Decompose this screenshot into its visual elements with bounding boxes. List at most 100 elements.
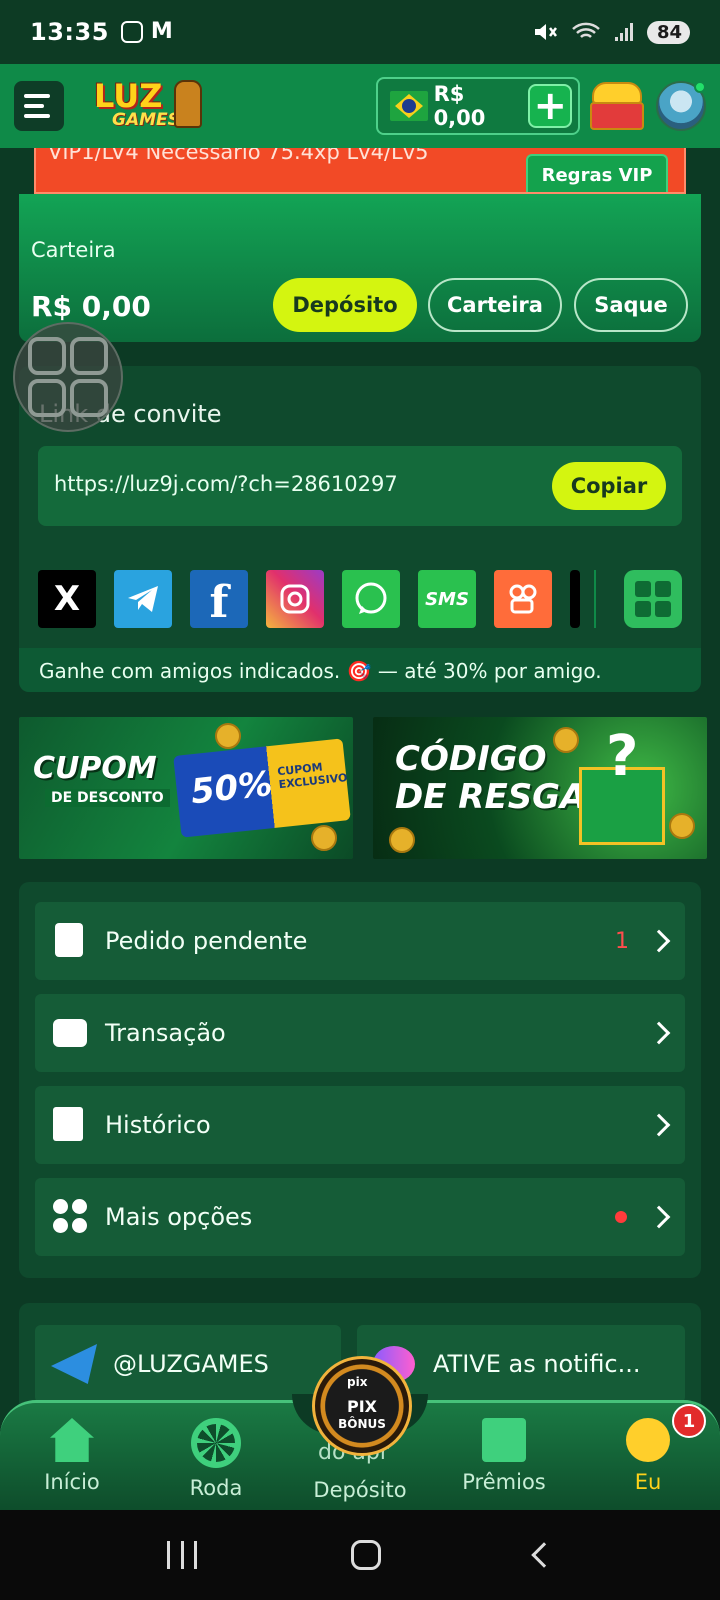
coupon-percent: 50% bbox=[188, 764, 275, 813]
redeem-code-banner[interactable]: CÓDIGO DE RESGATE bbox=[373, 717, 707, 859]
wallet-card: Carteira R$ 0,00 Depósito Carteira Saque bbox=[19, 194, 701, 342]
wallet-button[interactable]: Carteira bbox=[428, 278, 562, 332]
clipboard-icon bbox=[53, 923, 89, 959]
wheel-icon bbox=[191, 1418, 241, 1468]
menu-item-label: Histórico bbox=[105, 1111, 211, 1139]
coupon-ticket: 50% CUPOM EXCLUSIVO bbox=[173, 738, 351, 838]
pix-bonus-button[interactable]: pix PIX BÔNUS bbox=[312, 1356, 412, 1456]
coin-icon bbox=[389, 827, 415, 853]
menu-item-label: Transação bbox=[105, 1019, 226, 1047]
luz-games-logo[interactable]: LUZ GAMES bbox=[94, 78, 204, 134]
recent-apps-icon[interactable] bbox=[167, 1541, 197, 1569]
nav-wheel[interactable]: Roda bbox=[156, 1418, 276, 1500]
notification-dot bbox=[615, 1211, 627, 1223]
coupon-title: CUPOM bbox=[33, 751, 157, 786]
floating-apps-button[interactable] bbox=[13, 322, 123, 432]
nav-label: Depósito bbox=[313, 1478, 407, 1502]
nav-label: Prêmios bbox=[462, 1470, 546, 1494]
whatsapp-share-icon[interactable] bbox=[342, 570, 400, 628]
vip-progress-text: VIP1/LV4 Necessário 75.4xp Lv4/Lv5 bbox=[48, 148, 429, 164]
home-button-icon[interactable] bbox=[351, 1540, 381, 1570]
nav-label: Roda bbox=[189, 1476, 243, 1500]
bonus-text: BÔNUS bbox=[338, 1417, 386, 1431]
instagram-icon bbox=[120, 21, 143, 43]
chevron-right-icon bbox=[647, 1113, 671, 1137]
signal-icon bbox=[614, 23, 633, 41]
scroll-peek-icon[interactable] bbox=[570, 570, 580, 628]
wallet-label: Carteira bbox=[31, 238, 116, 262]
logo-games-text: GAMES bbox=[112, 110, 180, 130]
system-navigation-bar bbox=[0, 1510, 720, 1600]
treasure-chest-icon[interactable] bbox=[588, 78, 646, 134]
telegram-handle: @LUZGAMES bbox=[113, 1350, 269, 1378]
vip-progress-banner: VIP1/LV4 Necessário 75.4xp Lv4/Lv5 Regra… bbox=[34, 148, 686, 194]
nav-label: Início bbox=[44, 1470, 100, 1494]
coin-icon bbox=[553, 727, 579, 753]
nav-home[interactable]: Início bbox=[12, 1418, 132, 1494]
account-menu: Pedido pendente 1 Transação Histórico Ma… bbox=[19, 882, 701, 1278]
coupon-tag: CUPOM EXCLUSIVO bbox=[276, 760, 348, 792]
more-apps-icon[interactable] bbox=[624, 570, 682, 628]
coupon-subtitle: DE DESCONTO bbox=[45, 789, 170, 807]
online-indicator bbox=[694, 81, 706, 93]
x-share-icon[interactable]: X bbox=[38, 570, 96, 628]
share-buttons: X f SMS bbox=[38, 570, 682, 628]
invite-card: Link de convite https://luz9j.com/?ch=28… bbox=[19, 366, 701, 692]
gmail-icon: M bbox=[150, 19, 173, 44]
discount-coupon-banner[interactable]: CUPOM DE DESCONTO 50% CUPOM EXCLUSIVO bbox=[19, 717, 353, 859]
home-icon bbox=[50, 1418, 94, 1462]
menu-item-pending-order[interactable]: Pedido pendente 1 bbox=[35, 902, 685, 980]
invite-link: https://luz9j.com/?ch=28610297 bbox=[54, 472, 398, 496]
withdraw-button[interactable]: Saque bbox=[574, 278, 688, 332]
mute-icon bbox=[534, 24, 557, 40]
menu-item-transaction[interactable]: Transação bbox=[35, 994, 685, 1072]
chevron-right-icon bbox=[647, 1205, 671, 1229]
invite-reward-text: Ganhe com amigos indicados. 🎯 — até 30% … bbox=[19, 648, 701, 692]
vip-rules-button[interactable]: Regras VIP bbox=[526, 154, 668, 192]
status-bar: 13:35 M 84 bbox=[0, 0, 720, 64]
status-time: 13:35 bbox=[30, 18, 109, 46]
wifi-icon bbox=[572, 22, 600, 38]
sms-share-icon[interactable]: SMS bbox=[418, 570, 476, 628]
copy-button[interactable]: Copiar bbox=[552, 462, 666, 510]
facebook-share-icon[interactable]: f bbox=[190, 570, 248, 628]
battery-indicator: 84 bbox=[646, 20, 690, 44]
menu-button[interactable] bbox=[14, 81, 64, 131]
chevron-right-icon bbox=[647, 929, 671, 953]
user-icon bbox=[626, 1418, 670, 1462]
kwai-share-icon[interactable] bbox=[494, 570, 552, 628]
gift-box-icon bbox=[579, 724, 665, 845]
coin-icon bbox=[215, 723, 241, 749]
notifications-label: ATIVE as notific... bbox=[433, 1350, 641, 1378]
menu-item-more-options[interactable]: Mais opções bbox=[35, 1178, 685, 1256]
history-icon bbox=[53, 1107, 89, 1143]
pix-text: PIX bbox=[346, 1397, 377, 1416]
back-icon[interactable] bbox=[531, 1542, 557, 1568]
nav-prizes[interactable]: Prêmios bbox=[444, 1418, 564, 1494]
nav-label: Eu bbox=[634, 1470, 662, 1494]
instagram-share-icon[interactable] bbox=[266, 570, 324, 628]
wallet-amount: R$ 0,00 bbox=[31, 290, 151, 323]
logo-luz-text: LUZ bbox=[94, 77, 163, 115]
menu-item-history[interactable]: Histórico bbox=[35, 1086, 685, 1164]
telegram-channel-button[interactable]: @LUZGAMES bbox=[35, 1325, 341, 1403]
deposit-button[interactable]: Depósito bbox=[273, 278, 417, 332]
balance-box[interactable]: R$ 0,00 + bbox=[376, 77, 580, 135]
avatar[interactable] bbox=[656, 81, 706, 131]
menu-item-label: Pedido pendente bbox=[105, 927, 308, 955]
add-funds-button[interactable]: + bbox=[528, 84, 572, 128]
chevron-right-icon bbox=[647, 1021, 671, 1045]
menu-item-label: Mais opções bbox=[105, 1203, 253, 1231]
invite-link-box: https://luz9j.com/?ch=28610297 Copiar bbox=[38, 446, 682, 526]
notification-badge: 1 bbox=[672, 1404, 706, 1438]
telegram-icon bbox=[51, 1344, 97, 1384]
tiki-mascot-icon bbox=[174, 80, 202, 128]
pending-count: 1 bbox=[615, 928, 629, 954]
battery-level: 84 bbox=[656, 21, 682, 43]
coin-icon bbox=[669, 813, 695, 839]
brazil-flag-icon bbox=[390, 91, 428, 121]
telegram-share-icon[interactable] bbox=[114, 570, 172, 628]
options-icon bbox=[53, 1199, 89, 1235]
coin-icon bbox=[311, 825, 337, 851]
pix-logo-text: pix bbox=[347, 1375, 368, 1389]
